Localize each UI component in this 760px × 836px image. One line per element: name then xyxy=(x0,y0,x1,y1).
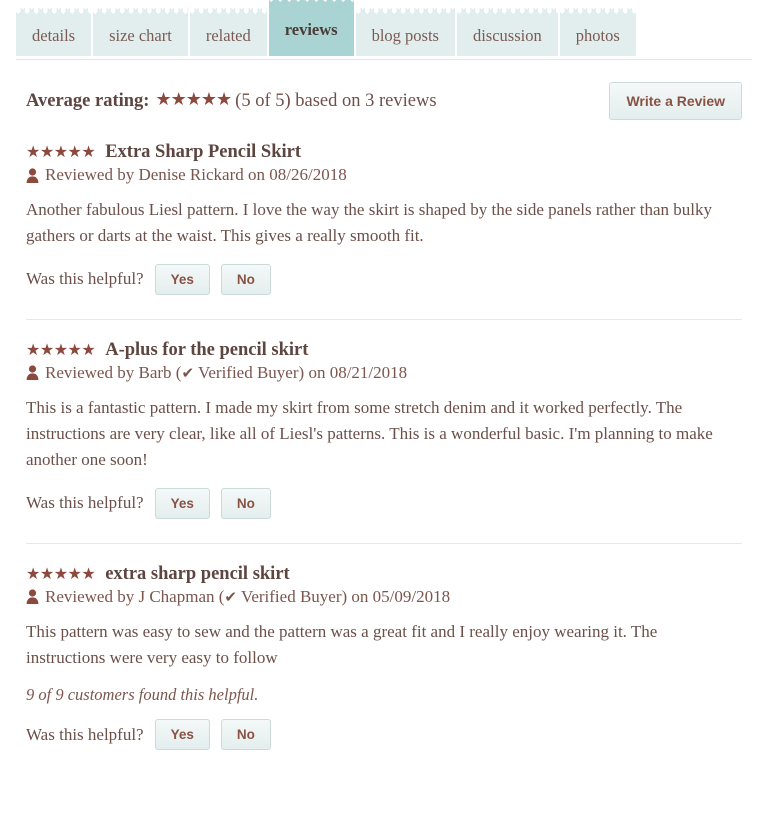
helpful-yes-button[interactable]: Yes xyxy=(154,487,210,519)
review-header: ★★★★★ Extra Sharp Pencil Skirt xyxy=(26,142,742,163)
helpful-question: Was this helpful? xyxy=(26,724,144,744)
review-body: This pattern was easy to sew and the pat… xyxy=(26,621,658,668)
verified-check-icon: ✔ xyxy=(224,587,237,606)
tab-bar-divider xyxy=(16,59,752,60)
tab-size-chart[interactable]: size chart xyxy=(93,16,188,56)
review-byline: Reviewed by Barb (✔ Verified Buyer) on 0… xyxy=(26,363,742,383)
tab-photos[interactable]: photos xyxy=(559,16,636,56)
review-byline-prefix: Reviewed by J Chapman ( xyxy=(45,586,225,606)
review-stars: ★★★★★ xyxy=(26,339,96,359)
review-title: extra sharp pencil skirt xyxy=(105,563,290,584)
helpful-vote-row: Was this helpful? Yes No xyxy=(26,263,742,299)
tab-reviews[interactable]: reviews xyxy=(268,4,354,56)
helpful-no-button[interactable]: No xyxy=(220,487,271,519)
review-byline-suffix: ) on 05/09/2018 xyxy=(341,586,451,606)
review-item: ★★★★★ A-plus for the pencil skirt Reviewed… xyxy=(26,318,742,523)
helpful-no-button[interactable]: No xyxy=(220,719,271,751)
average-rating-text: (5 of 5) based on 3 reviews xyxy=(235,91,437,111)
review-byline-text: Reviewed by Denise Rickard on 08/26/2018 xyxy=(45,165,347,185)
helpful-yes-button[interactable]: Yes xyxy=(154,263,210,295)
tab-related[interactable]: related xyxy=(189,16,267,56)
review-item: ★★★★★ extra sharp pencil skirt Reviewed by… xyxy=(26,542,742,755)
verified-check-icon: ✔ xyxy=(181,363,195,382)
review-header: ★★★★★ extra sharp pencil skirt xyxy=(26,564,742,585)
review-header: ★★★★★ A-plus for the pencil skirt xyxy=(26,340,742,361)
review-byline: Reviewed by Denise Rickard on 08/26/2018 xyxy=(26,165,742,185)
review-byline-prefix: Reviewed by Denise Rickard on 08/26/2018 xyxy=(45,165,347,184)
review-item: ★★★★★ Extra Sharp Pencil Skirt Reviewed by… xyxy=(26,122,742,299)
helpful-question: Was this helpful? xyxy=(26,493,144,513)
rating-summary: Average rating: ★★★★★ (5 of 5) based on 3 … xyxy=(26,82,742,122)
review-stars: ★★★★★ xyxy=(26,563,96,583)
helpful-vote-row: Was this helpful? Yes No xyxy=(26,719,742,754)
verified-buyer-label: Verified Buyer xyxy=(240,586,342,606)
person-icon xyxy=(26,167,39,183)
tab-discussion[interactable]: discussion xyxy=(456,16,558,56)
person-icon xyxy=(26,589,39,605)
review-byline-suffix: ) on 08/21/2018 xyxy=(298,362,408,382)
review-byline-prefix: Reviewed by Barb ( xyxy=(45,362,182,382)
review-body: This is a fantastic pattern. I made my s… xyxy=(26,397,713,470)
person-icon xyxy=(26,365,39,381)
review-stars: ★★★★★ xyxy=(26,142,96,161)
helpful-yes-button[interactable]: Yes xyxy=(154,719,210,751)
write-review-button[interactable]: Write a Review xyxy=(609,82,742,120)
tab-list: details size chart related reviews blog post… xyxy=(16,4,638,56)
tab-blog-posts[interactable]: blog posts xyxy=(355,16,455,56)
average-rating-stars: ★★★★★ xyxy=(155,89,232,110)
review-title: Extra Sharp Pencil Skirt xyxy=(105,142,302,162)
helpful-question: Was this helpful? xyxy=(26,269,144,289)
review-byline-text: Reviewed by J Chapman (✔ Verified Buyer)… xyxy=(45,587,450,607)
helpful-no-button[interactable]: No xyxy=(220,263,271,295)
product-tab-bar: details size chart related reviews blog post… xyxy=(0,0,760,60)
review-body: Another fabulous Liesl pattern. I love t… xyxy=(26,200,712,246)
verified-buyer-label: Verified Buyer xyxy=(197,362,299,382)
review-list: ★★★★★ Extra Sharp Pencil Skirt Reviewed by… xyxy=(26,122,742,754)
review-byline-text: Reviewed by Barb (✔ Verified Buyer) on 0… xyxy=(45,363,407,383)
helpful-vote-row: Was this helpful? Yes No xyxy=(26,487,742,523)
review-title: A-plus for the pencil skirt xyxy=(105,339,309,360)
review-byline: Reviewed by J Chapman (✔ Verified Buyer)… xyxy=(26,587,742,607)
average-rating-label: Average rating: xyxy=(26,91,150,111)
helpful-count-text: 9 of 9 customers found this helpful. xyxy=(26,685,259,705)
tab-details[interactable]: details xyxy=(16,16,92,56)
